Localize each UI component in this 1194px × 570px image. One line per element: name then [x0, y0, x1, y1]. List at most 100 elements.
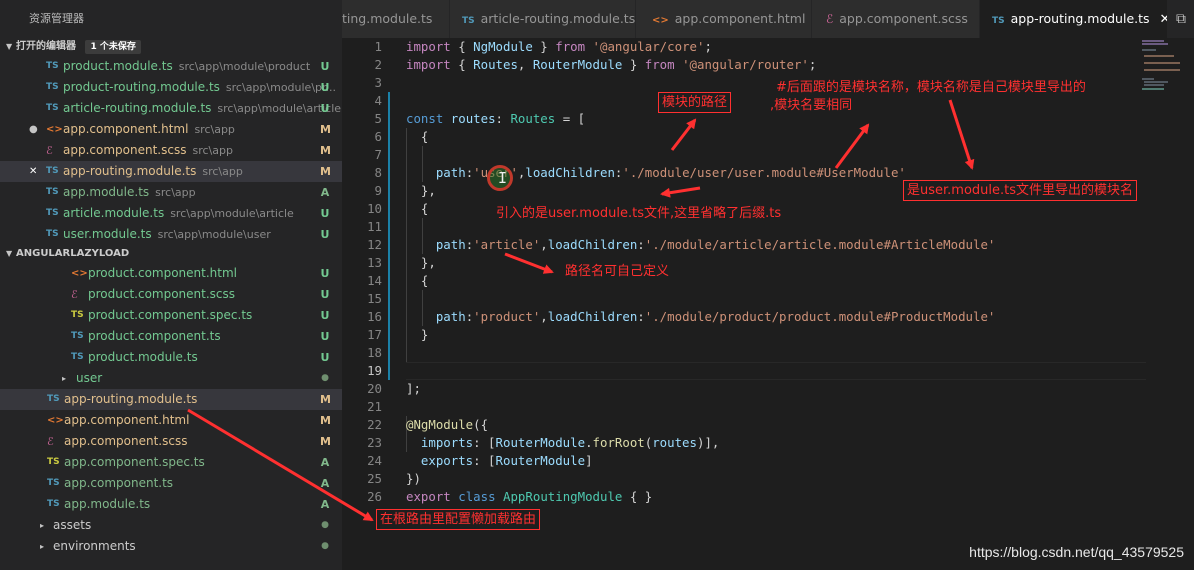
code-line: 15	[367, 291, 382, 306]
tree-item[interactable]: <> app.component.html M	[0, 410, 342, 431]
code-editor[interactable]: 1 import { NgModule } from '@angular/core…	[342, 38, 1194, 570]
annotation-module-name-2: ,模块名要相同	[770, 98, 853, 113]
tree-item[interactable]: TS product.module.ts U	[0, 347, 342, 368]
code-line: 24 exports: [RouterModule]	[367, 453, 593, 468]
git-status: A	[320, 186, 330, 199]
file-name: product.component.html	[88, 266, 238, 280]
project-folder-header[interactable]: ▼ ANGULARLAZYLOAD	[0, 245, 342, 263]
git-status: A	[320, 456, 330, 469]
minimap-line	[1142, 78, 1154, 80]
code-line: 1 import { NgModule } from '@angular/core…	[374, 39, 712, 54]
git-status: U	[320, 288, 330, 301]
collapse-icon: ▼	[6, 42, 13, 51]
html-file-icon: <>	[652, 15, 669, 26]
split-editor-icon[interactable]: ⧉	[1168, 0, 1194, 38]
minimap-line	[1142, 88, 1164, 90]
annotation-exported-module: 是user.module.ts文件里导出的模块名	[903, 180, 1138, 201]
tree-item[interactable]: TS product.component.spec.ts U	[0, 305, 342, 326]
git-status: U	[320, 102, 330, 115]
tree-item[interactable]: <> product.component.html U	[0, 263, 342, 284]
file-name: app-routing.module.ts src\app	[63, 164, 243, 178]
minimap-line	[1144, 62, 1180, 64]
tab-label: article-routing.module.ts	[480, 11, 636, 26]
annotation-path-custom: 路径名可自己定义	[565, 264, 670, 279]
unsaved-dot-icon[interactable]: ●	[29, 119, 43, 140]
collapse-icon: ▼	[6, 249, 13, 258]
tree-item[interactable]: ℰ app.component.scss M	[0, 431, 342, 452]
tab-label: ting.module.ts	[342, 11, 433, 26]
watermark-url: https://blog.csdn.net/qq_43579525	[969, 544, 1184, 560]
tree-item-selected[interactable]: TS app-routing.module.ts M	[0, 389, 342, 410]
code-line: 2 import { Routes, RouterModule } from '@…	[374, 57, 817, 72]
tab-app-component-html[interactable]: <>app.component.html●	[636, 0, 812, 38]
explorer-title: 资源管理器	[29, 12, 84, 25]
close-icon[interactable]: ✕	[1160, 12, 1167, 27]
project-file-tree: <> product.component.html U ℰ product.co…	[0, 263, 342, 557]
code-line: 26 export class AppRoutingModule { }	[367, 489, 653, 504]
code-line: 18	[367, 345, 382, 360]
git-status: M	[320, 144, 331, 157]
git-status-dot: ●	[321, 520, 329, 530]
tree-folder[interactable]: ▸ assets ●	[0, 515, 342, 536]
tab-label: app.component.scss	[839, 11, 968, 26]
open-editors-header[interactable]: ▼ 打开的编辑器 1 个未保存	[0, 38, 342, 56]
file-name: product.component.ts	[88, 329, 221, 343]
tree-folder[interactable]: ▸ environments ●	[0, 536, 342, 557]
open-editor-item[interactable]: TS article.module.ts src\app\module\artic…	[0, 203, 342, 224]
tab-routing-module-partial[interactable]: ting.module.ts	[342, 0, 450, 38]
tree-item[interactable]: ℰ product.component.scss U	[0, 284, 342, 305]
git-status: U	[320, 228, 330, 241]
file-name: app.component.scss	[64, 434, 188, 448]
git-status: M	[320, 393, 331, 406]
tree-item[interactable]: TS app.component.ts A	[0, 473, 342, 494]
minimap-line	[1142, 40, 1164, 42]
open-editor-item[interactable]: ● <> app.component.html src\app M	[0, 119, 342, 140]
open-editor-item[interactable]: TS user.module.ts src\app\module\user U	[0, 224, 342, 245]
file-name: app.module.ts src\app	[63, 185, 196, 199]
tab-app-routing-module[interactable]: TS app-routing.module.ts ✕	[980, 0, 1168, 38]
editor-tab-bar: ting.module.ts TS article-routing.module.…	[342, 0, 1194, 38]
code-line: 21	[367, 399, 382, 414]
git-status: U	[320, 330, 330, 343]
code-line: 7	[374, 147, 382, 162]
file-name: app.component.scss src\app	[63, 143, 233, 157]
minimap-line	[1142, 43, 1168, 45]
git-status: U	[320, 81, 330, 94]
unsaved-badge: 1 个未保存	[85, 40, 141, 54]
tab-label: app.component.html	[674, 11, 806, 26]
open-editor-item[interactable]: TS app.module.ts src\app A	[0, 182, 342, 203]
open-editor-item[interactable]: ℰ app.component.scss src\app M	[0, 140, 342, 161]
tree-item[interactable]: TS product.component.ts U	[0, 326, 342, 347]
annotation-module-name-1: #后面跟的是模块名称，模块名称是自己模块里导出的	[776, 80, 1086, 95]
mouse-cursor-highlight: I	[487, 165, 513, 191]
tree-folder[interactable]: ▸ user ●	[0, 368, 342, 389]
open-editor-item[interactable]: TS product-routing.module.ts src\app\modu…	[0, 77, 342, 98]
tab-app-component-scss[interactable]: ℰapp.component.scss	[812, 0, 980, 38]
tab-article-routing-module[interactable]: TS article-routing.module.ts	[450, 0, 636, 38]
git-status-dot: ●	[321, 373, 329, 383]
folder-name: environments	[53, 539, 136, 553]
open-editor-item[interactable]: TS product.module.ts src\app\module\produ…	[0, 56, 342, 77]
tree-item[interactable]: TS app.component.spec.ts A	[0, 452, 342, 473]
minimap[interactable]	[1138, 38, 1194, 570]
minimap-line	[1144, 69, 1180, 71]
minimap-line	[1144, 81, 1168, 83]
git-status: A	[320, 477, 330, 490]
close-icon[interactable]: ✕	[29, 161, 43, 182]
git-status: U	[320, 267, 330, 280]
file-name: app.component.html src\app	[63, 122, 235, 136]
tree-item[interactable]: TS app.module.ts A	[0, 494, 342, 515]
file-name: app.module.ts	[64, 497, 151, 511]
folder-name: assets	[53, 518, 92, 532]
open-editor-item-active[interactable]: ✕ TS app-routing.module.ts src\app M	[0, 161, 342, 182]
code-line: 5 const routes: Routes = [	[374, 111, 586, 126]
file-name: app-routing.module.ts	[64, 392, 198, 406]
open-editor-item[interactable]: TS article-routing.module.ts src\app\modu…	[0, 98, 342, 119]
git-status: M	[320, 414, 331, 427]
git-status: M	[320, 435, 331, 448]
file-name: app.component.ts	[64, 476, 174, 490]
project-folder-label: ANGULARLAZYLOAD	[16, 248, 130, 259]
git-status: A	[320, 498, 330, 511]
scss-file-icon: ℰ	[826, 12, 834, 26]
git-status: U	[320, 351, 330, 364]
